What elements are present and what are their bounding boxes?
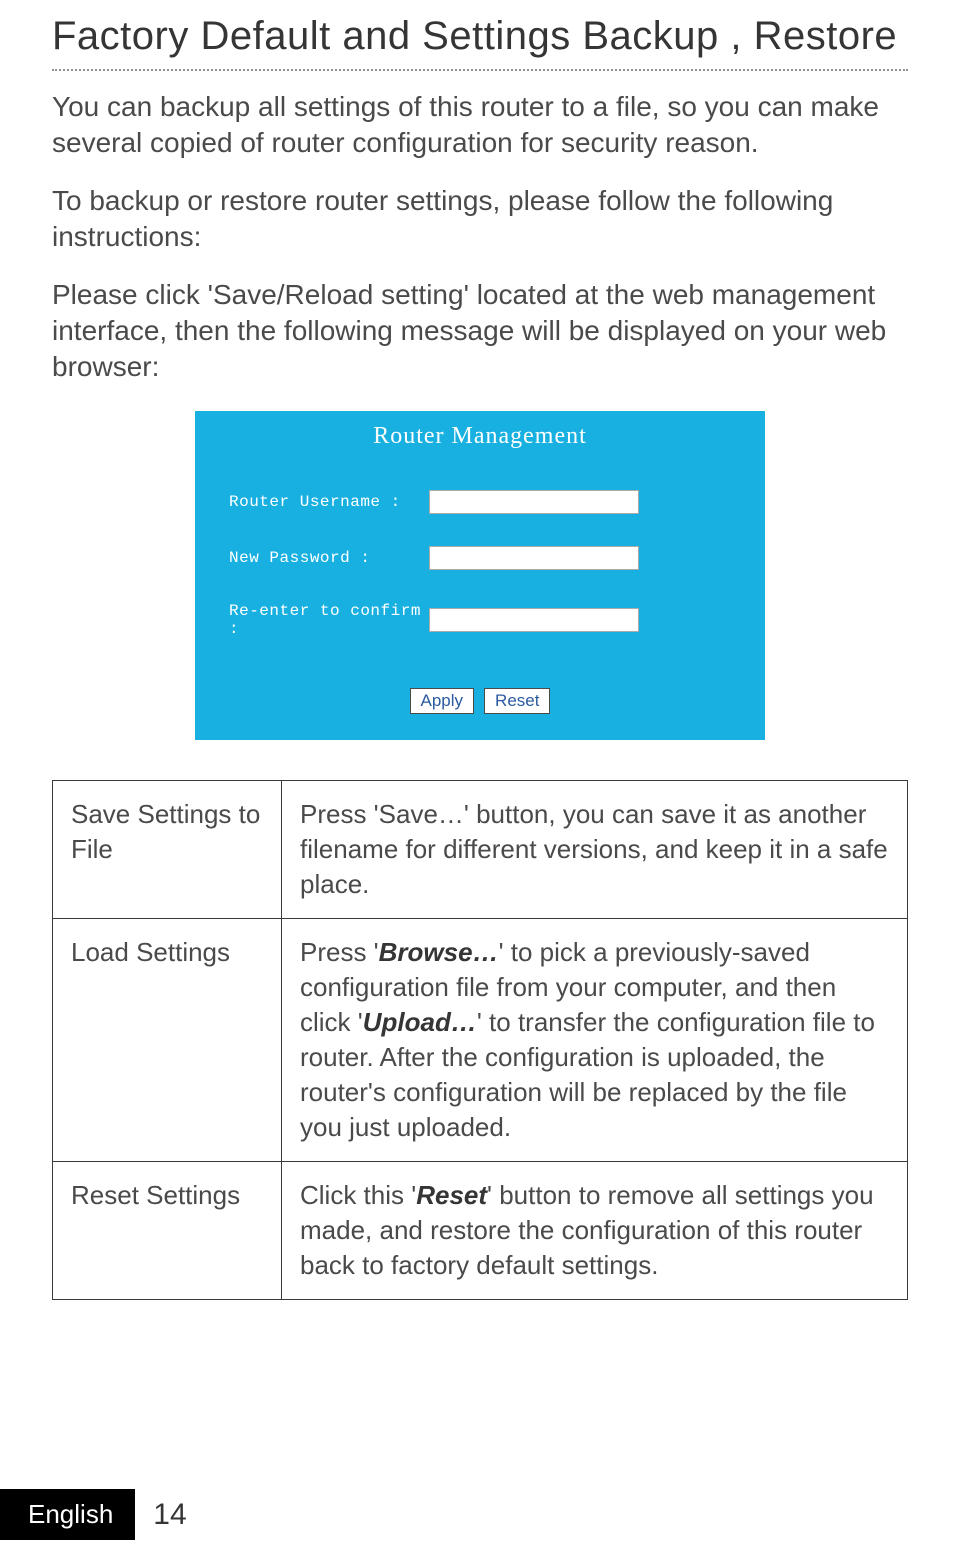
row-confirm-password: Re-enter to confirm :: [229, 602, 731, 638]
panel-title: Router Management: [195, 423, 765, 450]
page-footer: English 14: [0, 1489, 187, 1540]
input-confirm-password[interactable]: [429, 608, 639, 632]
browse-keyword: Browse…: [379, 937, 499, 967]
table-row: Save Settings to File Press 'Save…' butt…: [53, 781, 908, 919]
upload-keyword: Upload…: [363, 1007, 477, 1037]
router-management-panel: Router Management Router Username : New …: [195, 411, 765, 740]
cell-save-settings-label: Save Settings to File: [53, 781, 282, 919]
options-table: Save Settings to File Press 'Save…' butt…: [52, 780, 908, 1300]
intro-paragraph-2: To backup or restore router settings, pl…: [52, 183, 908, 255]
intro-paragraph-1: You can backup all settings of this rout…: [52, 89, 908, 161]
cell-save-settings-desc: Press 'Save…' button, you can save it as…: [282, 781, 908, 919]
language-badge: English: [0, 1489, 135, 1540]
cell-load-settings-desc: Press 'Browse…' to pick a previously-sav…: [282, 919, 908, 1162]
row-new-password: New Password :: [229, 546, 731, 570]
label-router-username: Router Username :: [229, 493, 429, 511]
cell-load-settings-label: Load Settings: [53, 919, 282, 1162]
cell-reset-settings-label: Reset Settings: [53, 1162, 282, 1300]
page-title: Factory Default and Settings Backup , Re…: [52, 14, 908, 59]
page-number: 14: [153, 1498, 186, 1532]
reset-keyword: Reset: [416, 1180, 487, 1210]
text: Press ': [300, 937, 379, 967]
intro-paragraph-3: Please click 'Save/Reload setting' locat…: [52, 277, 908, 385]
panel-buttons: Apply Reset: [195, 688, 765, 714]
table-row: Load Settings Press 'Browse…' to pick a …: [53, 919, 908, 1162]
reset-button[interactable]: Reset: [484, 688, 550, 714]
row-router-username: Router Username :: [229, 490, 731, 514]
input-new-password[interactable]: [429, 546, 639, 570]
label-new-password: New Password :: [229, 549, 429, 567]
label-confirm-password: Re-enter to confirm :: [229, 602, 429, 638]
input-router-username[interactable]: [429, 490, 639, 514]
title-divider: [52, 69, 908, 71]
table-row: Reset Settings Click this 'Reset' button…: [53, 1162, 908, 1300]
cell-reset-settings-desc: Click this 'Reset' button to remove all …: [282, 1162, 908, 1300]
text: Click this ': [300, 1180, 416, 1210]
apply-button[interactable]: Apply: [410, 688, 475, 714]
